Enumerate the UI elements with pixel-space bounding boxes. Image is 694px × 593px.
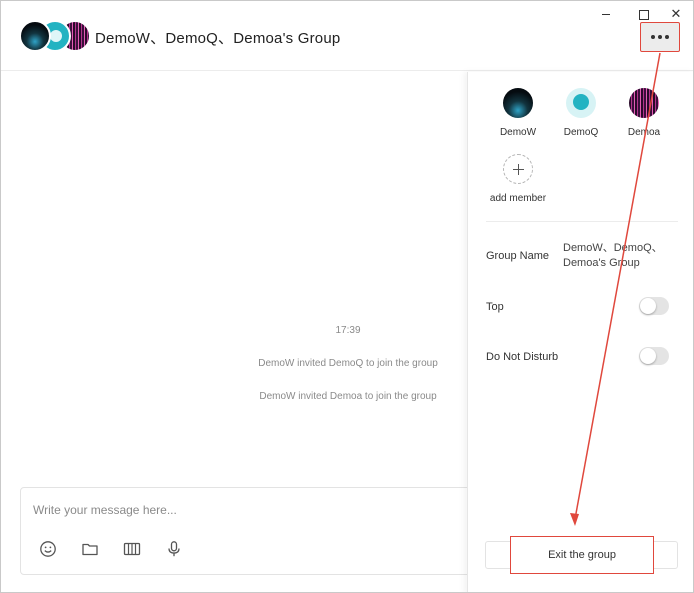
close-icon[interactable]: ✕ — [669, 7, 683, 21]
add-member-label: add member — [489, 193, 547, 204]
top-toggle[interactable] — [639, 297, 669, 315]
folder-icon[interactable] — [81, 540, 99, 558]
group-settings-panel: DemoW DemoQ Demoa add member Group Name … — [467, 72, 693, 592]
member-name: Demoa — [627, 127, 661, 138]
dot — [665, 35, 669, 39]
member-item[interactable]: Demoa — [614, 88, 674, 138]
minimize-icon[interactable] — [599, 7, 613, 21]
member-name: DemoQ — [563, 127, 599, 138]
do-not-disturb-toggle[interactable] — [639, 347, 669, 365]
avatar — [629, 88, 659, 118]
microphone-icon[interactable] — [165, 540, 183, 558]
chat-window: DemoW、DemoQ、Demoa's Group ✕ 17:39 DemoW … — [0, 0, 694, 593]
avatar — [19, 20, 51, 52]
emoji-icon[interactable] — [39, 540, 57, 558]
group-name-label: Group Name — [486, 250, 549, 262]
member-item[interactable]: DemoW — [488, 88, 548, 138]
more-options-button[interactable] — [640, 22, 680, 52]
member-name: DemoW — [499, 127, 537, 138]
exit-group-button[interactable]: Exit the group — [510, 536, 654, 574]
dot — [658, 35, 662, 39]
dot — [651, 35, 655, 39]
member-item[interactable]: DemoQ — [551, 88, 611, 138]
maximize-icon[interactable] — [636, 7, 650, 21]
group-avatars[interactable] — [19, 20, 91, 52]
group-title: DemoW、DemoQ、Demoa's Group — [95, 30, 341, 47]
top-label: Top — [486, 301, 504, 313]
do-not-disturb-label: Do Not Disturb — [486, 351, 559, 363]
add-member-button[interactable]: add member — [486, 154, 550, 204]
group-name-value[interactable]: DemoW、DemoQ、Demoa's Group — [563, 241, 673, 271]
avatar — [503, 88, 533, 118]
avatar — [566, 88, 596, 118]
message-composer — [20, 487, 490, 575]
message-input[interactable] — [33, 500, 453, 520]
chat-header: DemoW、DemoQ、Demoa's Group ✕ — [1, 1, 693, 71]
plus-icon — [503, 154, 533, 184]
divider — [486, 221, 678, 222]
screenshot-icon[interactable] — [123, 540, 141, 558]
